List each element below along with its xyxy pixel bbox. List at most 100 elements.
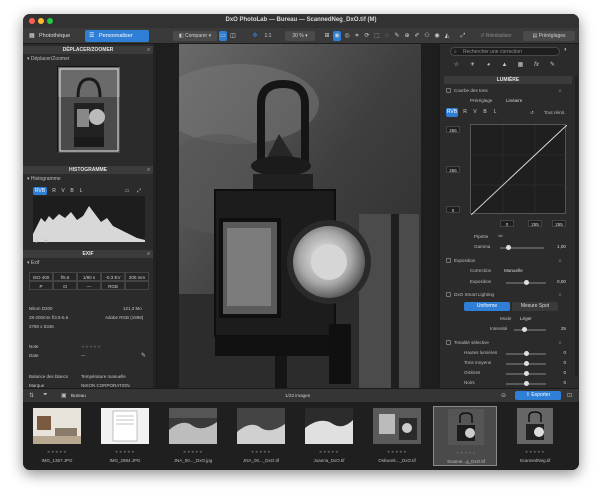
white-balance-icon[interactable]: ◎ bbox=[343, 31, 351, 41]
lock-icon[interactable]: ⊡ bbox=[567, 392, 572, 399]
filter-icon[interactable]: ⏷ bbox=[43, 392, 48, 399]
blacks-value[interactable]: 0 bbox=[548, 380, 566, 385]
tab-local-icon[interactable]: ✎ bbox=[546, 60, 559, 70]
rotate-icon[interactable]: ⟳ bbox=[363, 31, 371, 41]
shadows-value[interactable]: 0 bbox=[548, 370, 566, 375]
thumbnail[interactable]: ★★★★★ IMG_1357.JPG bbox=[25, 406, 89, 466]
histo-channel-rgb[interactable]: RVB bbox=[33, 187, 47, 195]
smart-lighting-title[interactable]: DxO Smart Lighting bbox=[454, 292, 494, 297]
pipette-icon[interactable]: ✑ bbox=[498, 233, 503, 240]
exposure-slider[interactable] bbox=[506, 280, 546, 285]
rating-stars[interactable]: ★★★★★ bbox=[434, 450, 498, 455]
auto-adjust-icon[interactable]: ◉ bbox=[333, 31, 341, 41]
shadow-clipping-icon[interactable]: ☽ bbox=[33, 238, 38, 245]
highlights-value[interactable]: 0 bbox=[548, 350, 566, 355]
histo-channel-r[interactable]: R bbox=[50, 187, 58, 195]
repair-icon[interactable]: ✎ bbox=[393, 31, 401, 41]
shadows-slider[interactable] bbox=[506, 371, 546, 376]
curve-channel-rgb[interactable]: RVB bbox=[446, 108, 458, 117]
curve-channel-r[interactable]: R bbox=[460, 108, 470, 117]
folder-name[interactable]: Bureau bbox=[71, 393, 86, 398]
star-icon[interactable]: ☆ bbox=[558, 292, 562, 298]
gamma-slider-knob[interactable] bbox=[506, 245, 511, 250]
tone-curve-checkbox[interactable] bbox=[446, 88, 451, 93]
edit-icon[interactable]: ✎ bbox=[141, 352, 146, 359]
tab-light-icon[interactable]: ☀ bbox=[466, 60, 479, 70]
move-icon[interactable]: ✥ bbox=[251, 31, 259, 41]
histogram-header[interactable]: HISTOGRAMME ≡ bbox=[23, 166, 153, 174]
curve-channel-v[interactable]: V bbox=[470, 108, 480, 117]
compare-button[interactable]: ◧ Comparer ▾ bbox=[173, 31, 217, 41]
watermark-icon[interactable]: ⚇ bbox=[423, 31, 431, 41]
fullscreen-icon[interactable]: ⤢ bbox=[135, 187, 143, 195]
star-icon[interactable]: ☆ bbox=[558, 258, 562, 264]
exposure-value[interactable]: 0,00 bbox=[548, 279, 566, 284]
midtones-slider-knob[interactable] bbox=[524, 361, 529, 366]
intensity-slider[interactable] bbox=[514, 327, 546, 332]
tab-library[interactable]: ▦ Photothèque bbox=[25, 30, 83, 42]
crop-icon[interactable]: ⌗ bbox=[353, 31, 361, 41]
rating-stars[interactable]: ★★★★★ bbox=[25, 449, 89, 454]
tab-color-icon[interactable]: ◕ bbox=[482, 60, 495, 70]
highlights-slider-knob[interactable] bbox=[524, 351, 529, 356]
shadows-slider-knob[interactable] bbox=[524, 371, 529, 376]
thumbnail[interactable]: ★★★★★ JNA_00..._DxO.jpg bbox=[161, 406, 225, 466]
thumbnail-selected[interactable]: ★★★★★ Scanne...g_DxO.tif bbox=[433, 406, 497, 466]
histo-channel-v[interactable]: V bbox=[59, 187, 67, 195]
tab-customize[interactable]: ☰ Personnaliser bbox=[85, 30, 149, 42]
left-scrollbar[interactable] bbox=[153, 44, 156, 388]
star-icon[interactable]: ☆ bbox=[558, 340, 562, 346]
split-view-icon[interactable]: ▭ bbox=[219, 31, 227, 41]
rating-stars[interactable]: ★★★★★ bbox=[365, 449, 429, 454]
intensity-value[interactable]: 25 bbox=[548, 326, 566, 331]
rating-stars[interactable]: ★★★★★ bbox=[229, 449, 293, 454]
monitor-icon[interactable]: ▭ bbox=[123, 187, 131, 195]
tab-effects-icon[interactable]: fx bbox=[530, 60, 543, 70]
rating-stars[interactable]: ★★★★★ bbox=[81, 344, 101, 350]
toggle-icon[interactable]: ◐ bbox=[564, 47, 568, 53]
eye-icon[interactable]: ◉ bbox=[433, 31, 441, 41]
star-icon[interactable]: ☆ bbox=[558, 88, 562, 94]
selective-tone-title[interactable]: Tonalité sélective bbox=[454, 340, 489, 345]
main-photo[interactable] bbox=[179, 44, 421, 388]
curve-out-bottom[interactable]: 0 bbox=[446, 206, 460, 213]
preset-select[interactable]: Linéaire bbox=[506, 98, 522, 103]
correction-select[interactable]: Manuelle bbox=[504, 268, 523, 273]
tone-curve-label[interactable]: Courbe des tons bbox=[454, 88, 488, 93]
right-scrollbar[interactable] bbox=[575, 76, 578, 376]
zoom-percent-select[interactable]: 30 % ▾ bbox=[285, 31, 315, 41]
smart-lighting-checkbox[interactable] bbox=[446, 292, 451, 297]
exposure-slider-knob[interactable] bbox=[524, 280, 529, 285]
blacks-slider[interactable] bbox=[506, 381, 546, 386]
sort-icon[interactable]: ⇅ bbox=[29, 392, 34, 399]
exif-header[interactable]: EXIF ≡ bbox=[23, 250, 153, 258]
highlight-clipping-icon[interactable]: ☀ bbox=[43, 238, 48, 245]
before-after-icon[interactable]: ◫ bbox=[229, 31, 237, 41]
lumiere-header[interactable]: LUMIÈRE bbox=[444, 76, 572, 84]
thumbnail[interactable]: ★★★★★ Oskwork..._DxO.tif bbox=[365, 406, 429, 466]
tone-curve-graph[interactable] bbox=[470, 124, 568, 216]
rating-stars[interactable]: ★★★★★ bbox=[161, 449, 225, 454]
correction-search-input[interactable]: ⌕ Rechercher une correction bbox=[450, 47, 560, 56]
gamma-value[interactable]: 1,00 bbox=[548, 244, 566, 249]
presets-button[interactable]: ▤ Préréglages bbox=[523, 31, 575, 41]
rating-stars[interactable]: ★★★★★ bbox=[93, 449, 157, 454]
fullscreen-icon[interactable]: ⤢ bbox=[459, 31, 467, 41]
histogram-sub[interactable]: ▾ Histogramme bbox=[27, 176, 61, 182]
curve-channel-l[interactable]: L bbox=[490, 108, 500, 117]
image-viewer[interactable] bbox=[157, 44, 439, 388]
exposure-title[interactable]: Exposition bbox=[454, 258, 475, 263]
curve-out-mid[interactable]: 255 bbox=[446, 166, 460, 173]
midtones-slider[interactable] bbox=[506, 361, 546, 366]
blacks-slider-knob[interactable] bbox=[524, 381, 529, 386]
midtones-value[interactable]: 0 bbox=[548, 360, 566, 365]
horizon-icon[interactable]: ⊞ bbox=[323, 31, 331, 41]
highlights-slider[interactable] bbox=[506, 351, 546, 356]
tab-geometry-icon[interactable]: ▦ bbox=[514, 60, 527, 70]
local-adjust-icon[interactable]: ⊕ bbox=[403, 31, 411, 41]
zoom-ratio[interactable]: 1:1 bbox=[261, 31, 275, 41]
thumbnail[interactable]: ★★★★★ JNA_00..._DxO.tif bbox=[229, 406, 293, 466]
curve-out-top[interactable]: 255 bbox=[446, 126, 460, 133]
move-zoom-header[interactable]: DÉPLACER/ZOOMER ≡ bbox=[23, 46, 153, 54]
curve-channel-b[interactable]: B bbox=[480, 108, 490, 117]
